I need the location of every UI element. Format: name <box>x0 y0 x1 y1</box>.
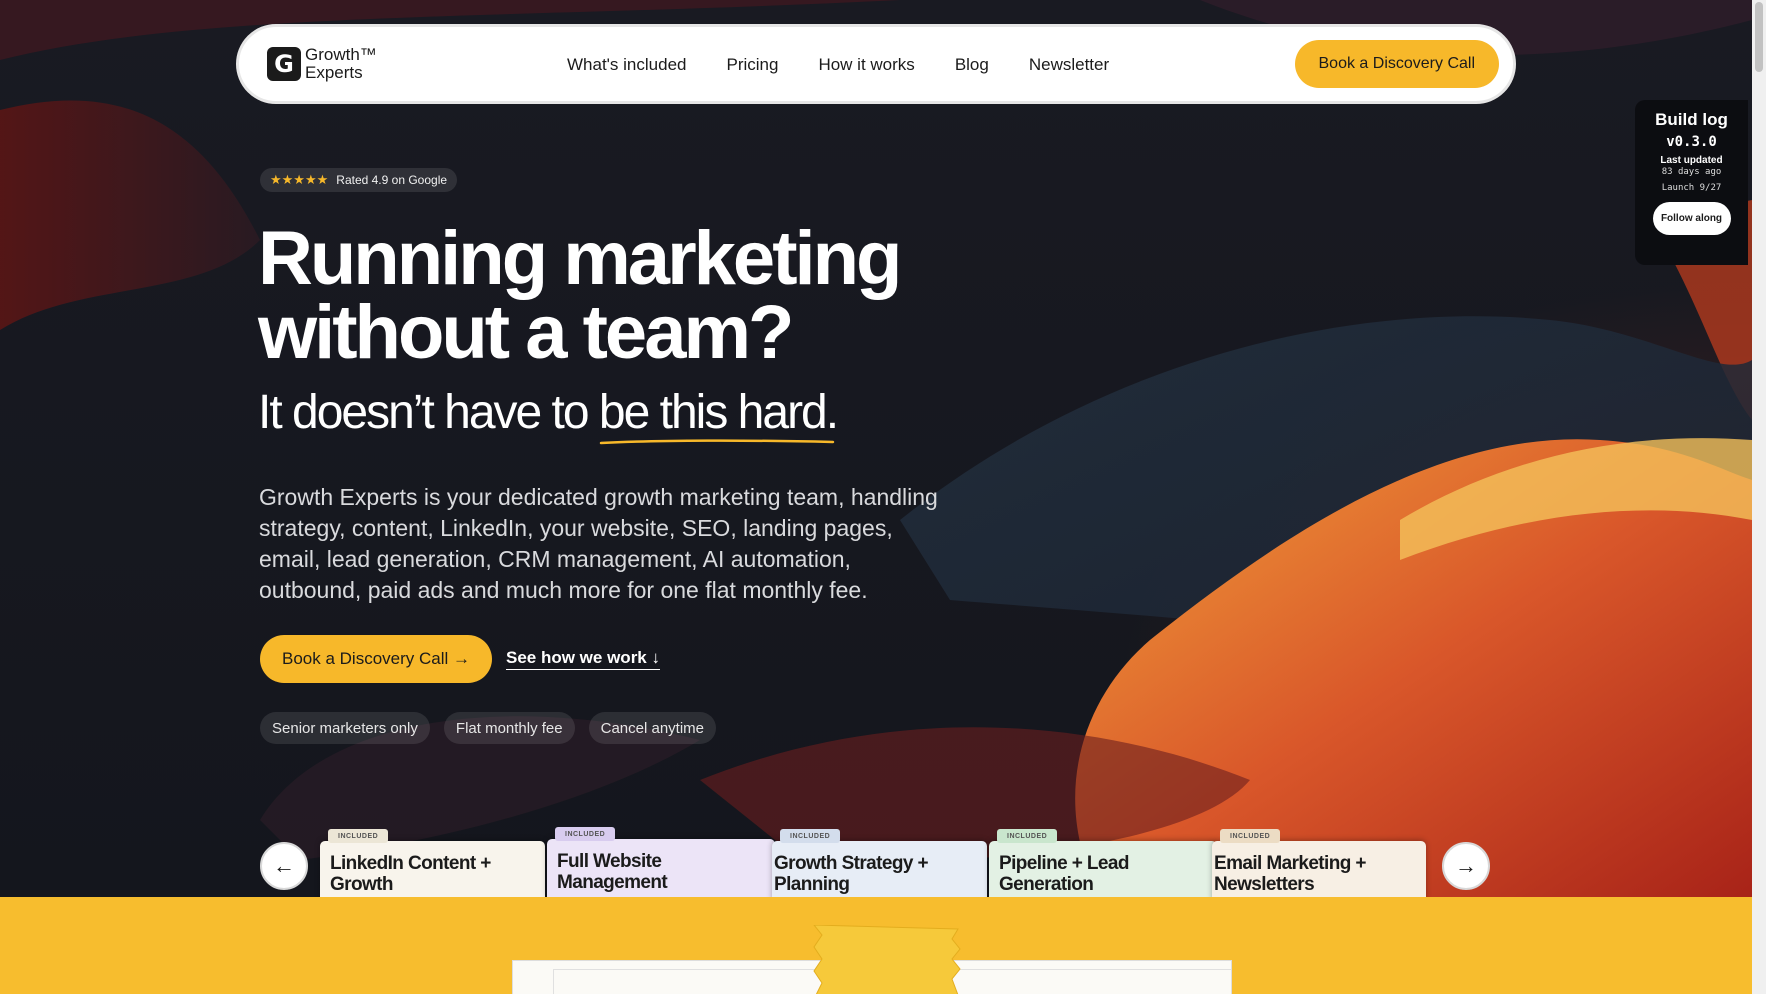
included-tag: INCLUDED <box>1220 829 1281 843</box>
service-card-pipeline[interactable]: INCLUDED Pipeline + Lead Generation <box>989 829 1217 901</box>
service-card-linkedin[interactable]: INCLUDED LinkedIn Content + Growth <box>320 829 545 901</box>
service-card-email[interactable]: INCLUDED Email Marketing + Newsletters <box>1212 829 1426 901</box>
card-title: Email Marketing + Newsletters <box>1214 853 1366 895</box>
service-card-website[interactable]: INCLUDED Full Website Management <box>547 827 775 899</box>
subhead-underlined: be this hard <box>599 384 835 445</box>
build-log-updated-label: Last updated <box>1660 155 1723 166</box>
arrow-left-icon: ← <box>273 853 295 878</box>
included-tag: INCLUDED <box>555 827 616 841</box>
nav-link-blog[interactable]: Blog <box>955 55 989 75</box>
build-log-updated-ago: 83 days ago <box>1661 167 1722 177</box>
nav-links: What's included Pricing How it works Blo… <box>567 55 1109 75</box>
rating-text: Rated 4.9 on Google <box>336 173 448 187</box>
page-scrollbar[interactable] <box>1752 0 1766 994</box>
chip-cancel-anytime: Cancel anytime <box>588 712 717 744</box>
chip-flat-fee: Flat monthly fee <box>443 712 575 744</box>
top-navigation: G Growth™ Experts What's included Pricin… <box>236 24 1516 104</box>
subhead-plain: It doesn’t have to <box>258 386 599 439</box>
carousel-next-button[interactable]: → <box>1442 842 1490 890</box>
build-log-version: v0.3.0 <box>1666 134 1717 150</box>
chip-senior-marketers: Senior marketers only <box>260 712 430 744</box>
tape-decoration <box>813 925 961 994</box>
nav-link-whats-included[interactable]: What's included <box>567 55 686 75</box>
card-title: Full Website Management <box>557 851 668 893</box>
arrow-right-icon: → <box>1455 853 1477 878</box>
scrollbar-thumb[interactable] <box>1755 2 1763 72</box>
logo-line2: Experts <box>305 63 363 82</box>
logo-g-icon: G <box>267 47 301 81</box>
build-log-launch: Launch 9/27 <box>1661 183 1722 193</box>
follow-along-button[interactable]: Follow along <box>1652 202 1731 235</box>
included-tag: INCLUDED <box>780 829 841 843</box>
build-log-title: Build log <box>1655 110 1728 129</box>
nav-link-newsletter[interactable]: Newsletter <box>1029 55 1109 75</box>
card-title: Pipeline + Lead Generation <box>999 853 1129 895</box>
hero-description: Growth Experts is your dedicated growth … <box>259 484 938 603</box>
see-how-we-work-link[interactable]: See how we work ↓ <box>506 648 660 670</box>
hero-subheadline: It doesn’t have to be this hard. <box>258 384 839 445</box>
carousel-prev-button[interactable]: ← <box>260 842 308 890</box>
rating-stars-icon: ★★★★★ <box>270 172 329 187</box>
hero-background-art <box>0 0 1752 897</box>
hero-section <box>0 0 1752 897</box>
hero-book-call-button[interactable]: Book a Discovery Call → <box>260 635 493 683</box>
nav-link-pricing[interactable]: Pricing <box>726 55 778 75</box>
nav-book-call-button[interactable]: Book a Discovery Call <box>1294 40 1499 88</box>
included-tag: INCLUDED <box>997 829 1058 843</box>
build-log-widget: Build log v0.3.0 Last updated 83 days ag… <box>1635 100 1748 265</box>
hero-headline: Running marketing without a team? <box>258 216 902 375</box>
card-title: LinkedIn Content + Growth <box>330 853 491 895</box>
brand-logo[interactable]: G Growth™ Experts <box>267 46 377 82</box>
underline-squiggle <box>599 439 835 445</box>
nav-link-how-it-works[interactable]: How it works <box>818 55 914 75</box>
included-tag: INCLUDED <box>328 829 389 843</box>
google-rating-badge: ★★★★★ Rated 4.9 on Google <box>260 168 458 192</box>
subhead-end: . <box>825 386 839 439</box>
lower-section <box>0 897 1752 994</box>
benefit-chips: Senior marketers only Flat monthly fee C… <box>260 712 717 744</box>
logo-line1: Growth™ <box>305 45 377 64</box>
service-card-strategy[interactable]: INCLUDED Growth Strategy + Planning <box>772 829 987 901</box>
card-title: Growth Strategy + Planning <box>774 853 929 895</box>
